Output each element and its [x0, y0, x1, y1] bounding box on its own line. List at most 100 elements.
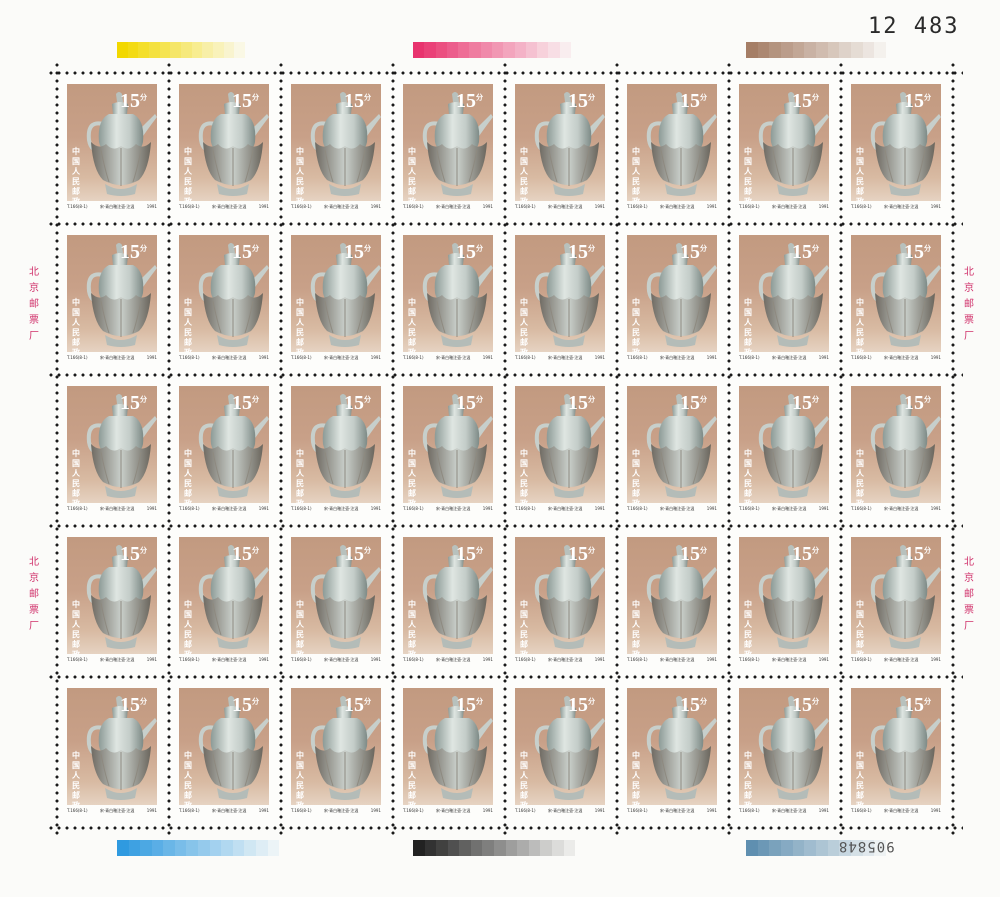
stamp-r5-c8[interactable]: 15分 中国人民邮政 T.166(8-1) 宋·青白釉注壶·注温 1991	[841, 677, 952, 828]
color-bar-brown	[746, 42, 887, 58]
stamp-code: T.166(8-1)	[851, 657, 872, 662]
stamp-caption: T.166(8-1) 宋·青白釉注壶·注温 1991	[403, 808, 493, 814]
stamp-r4-c1[interactable]: 15分 中国人民邮政 T.166(8-1) 宋·青白釉注壶·注温 1991	[57, 526, 168, 677]
stamp-r1-c6[interactable]: 15分 中国人民邮政 T.166(8-1) 宋·青白釉注壶·注温 1991	[617, 73, 728, 224]
stamp-r2-c2[interactable]: 15分 中国人民邮政 T.166(8-1) 宋·青白釉注壶·注温 1991	[169, 224, 280, 375]
denomination: 15分	[120, 392, 147, 414]
stamp-r1-c3[interactable]: 15分 中国人民邮政 T.166(8-1) 宋·青白釉注壶·注温 1991	[281, 73, 392, 224]
stamp-caption: T.166(8-1) 宋·青白釉注壶·注温 1991	[851, 657, 941, 663]
stamp-r3-c2[interactable]: 15分 中国人民邮政 T.166(8-1) 宋·青白釉注壶·注温 1991	[169, 375, 280, 526]
perforation-column	[839, 61, 843, 838]
stamp-r5-c3[interactable]: 15分 中国人民邮政 T.166(8-1) 宋·青白釉注壶·注温 1991	[281, 677, 392, 828]
stamp-r3-c5[interactable]: 15分 中国人民邮政 T.166(8-1) 宋·青白釉注壶·注温 1991	[505, 375, 616, 526]
stamp-r3-c6[interactable]: 15分 中国人民邮政 T.166(8-1) 宋·青白釉注壶·注温 1991	[617, 375, 728, 526]
stamp-face: 15分 中国人民邮政	[179, 84, 269, 201]
denomination: 15分	[344, 90, 371, 112]
stamp-r4-c6[interactable]: 15分 中国人民邮政 T.166(8-1) 宋·青白釉注壶·注温 1991	[617, 526, 728, 677]
stamp-title: 宋·青白釉注壶·注温	[435, 506, 471, 511]
stamp-caption: T.166(8-1) 宋·青白釉注壶·注温 1991	[67, 204, 157, 210]
stamp-year: 1991	[370, 657, 381, 662]
stamp-r1-c2[interactable]: 15分 中国人民邮政 T.166(8-1) 宋·青白釉注壶·注温 1991	[169, 73, 280, 224]
stamp-face: 15分 中国人民邮政	[291, 84, 381, 201]
stamp-r3-c7[interactable]: 15分 中国人民邮政 T.166(8-1) 宋·青白釉注壶·注温 1991	[729, 375, 840, 526]
denomination: 15分	[904, 392, 931, 414]
stamp-r1-c7[interactable]: 15分 中国人民邮政 T.166(8-1) 宋·青白釉注壶·注温 1991	[729, 73, 840, 224]
stamp-code: T.166(8-1)	[291, 657, 312, 662]
stamp-year: 1991	[930, 808, 941, 813]
stamp-caption: T.166(8-1) 宋·青白釉注壶·注温 1991	[739, 355, 829, 361]
stamp-title: 宋·青白釉注壶·注温	[547, 204, 583, 209]
stamp-r4-c3[interactable]: 15分 中国人民邮政 T.166(8-1) 宋·青白釉注壶·注温 1991	[281, 526, 392, 677]
stamp-face: 15分 中国人民邮政	[403, 688, 493, 805]
stamp-r2-c6[interactable]: 15分 中国人民邮政 T.166(8-1) 宋·青白釉注壶·注温 1991	[617, 224, 728, 375]
stamp-r1-c1[interactable]: 15分 中国人民邮政 T.166(8-1) 宋·青白釉注壶·注温 1991	[57, 73, 168, 224]
stamp-r2-c8[interactable]: 15分 中国人民邮政 T.166(8-1) 宋·青白釉注壶·注温 1991	[841, 224, 952, 375]
stamp-caption: T.166(8-1) 宋·青白釉注壶·注温 1991	[67, 355, 157, 361]
stamp-r5-c1[interactable]: 15分 中国人民邮政 T.166(8-1) 宋·青白釉注壶·注温 1991	[57, 677, 168, 828]
stamp-code: T.166(8-1)	[403, 808, 424, 813]
color-bar-yellow	[117, 42, 246, 58]
stamp-year: 1991	[482, 808, 493, 813]
stamp-r1-c8[interactable]: 15分 中国人民邮政 T.166(8-1) 宋·青白釉注壶·注温 1991	[841, 73, 952, 224]
perforation-column	[167, 61, 171, 838]
stamp-code: T.166(8-1)	[851, 204, 872, 209]
stamp-title: 宋·青白釉注壶·注温	[99, 204, 135, 209]
stamp-r3-c3[interactable]: 15分 中国人民邮政 T.166(8-1) 宋·青白釉注壶·注温 1991	[281, 375, 392, 526]
stamp-caption: T.166(8-1) 宋·青白釉注壶·注温 1991	[739, 506, 829, 512]
country-name: 中国人民邮政	[408, 449, 416, 503]
stamp-r5-c6[interactable]: 15分 中国人民邮政 T.166(8-1) 宋·青白釉注壶·注温 1991	[617, 677, 728, 828]
stamp-r2-c5[interactable]: 15分 中国人民邮政 T.166(8-1) 宋·青白釉注壶·注温 1991	[505, 224, 616, 375]
stamp-code: T.166(8-1)	[179, 657, 200, 662]
stamp-r2-c3[interactable]: 15分 中国人民邮政 T.166(8-1) 宋·青白釉注壶·注温 1991	[281, 224, 392, 375]
stamp-r5-c4[interactable]: 15分 中国人民邮政 T.166(8-1) 宋·青白釉注壶·注温 1991	[393, 677, 504, 828]
stamp-caption: T.166(8-1) 宋·青白釉注壶·注温 1991	[403, 204, 493, 210]
stamp-r4-c2[interactable]: 15分 中国人民邮政 T.166(8-1) 宋·青白釉注壶·注温 1991	[169, 526, 280, 677]
stamp-code: T.166(8-1)	[739, 808, 760, 813]
stamp-r1-c5[interactable]: 15分 中国人民邮政 T.166(8-1) 宋·青白釉注壶·注温 1991	[505, 73, 616, 224]
denomination: 15分	[344, 694, 371, 716]
stamp-year: 1991	[370, 204, 381, 209]
stamp-grid: 15分 中国人民邮政 T.166(8-1) 宋·青白釉注壶·注温 1991	[47, 61, 963, 838]
stamp-r2-c7[interactable]: 15分 中国人民邮政 T.166(8-1) 宋·青白釉注壶·注温 1991	[729, 224, 840, 375]
stamp-r5-c2[interactable]: 15分 中国人民邮政 T.166(8-1) 宋·青白釉注壶·注温 1991	[169, 677, 280, 828]
stamp-title: 宋·青白釉注壶·注温	[435, 355, 471, 360]
denomination: 15分	[792, 543, 819, 565]
stamp-title: 宋·青白釉注壶·注温	[323, 506, 359, 511]
stamp-r2-c1[interactable]: 15分 中国人民邮政 T.166(8-1) 宋·青白釉注壶·注温 1991	[57, 224, 168, 375]
stamp-r4-c8[interactable]: 15分 中国人民邮政 T.166(8-1) 宋·青白釉注壶·注温 1991	[841, 526, 952, 677]
stamp-face: 15分 中国人民邮政	[515, 235, 605, 352]
country-name: 中国人民邮政	[744, 147, 752, 201]
stamp-caption: T.166(8-1) 宋·青白釉注壶·注温 1991	[739, 657, 829, 663]
denomination: 15分	[456, 90, 483, 112]
stamp-code: T.166(8-1)	[67, 808, 88, 813]
stamp-face: 15分 中国人民邮政	[515, 386, 605, 503]
stamp-caption: T.166(8-1) 宋·青白釉注壶·注温 1991	[179, 808, 269, 814]
stamp-r3-c8[interactable]: 15分 中国人民邮政 T.166(8-1) 宋·青白釉注壶·注温 1991	[841, 375, 952, 526]
stamp-caption: T.166(8-1) 宋·青白釉注壶·注温 1991	[67, 657, 157, 663]
denomination: 15分	[568, 392, 595, 414]
stamp-code: T.166(8-1)	[515, 506, 536, 511]
stamp-caption: T.166(8-1) 宋·青白釉注壶·注温 1991	[627, 506, 717, 512]
stamp-r3-c4[interactable]: 15分 中国人民邮政 T.166(8-1) 宋·青白釉注壶·注温 1991	[393, 375, 504, 526]
stamp-r5-c5[interactable]: 15分 中国人民邮政 T.166(8-1) 宋·青白釉注壶·注温 1991	[505, 677, 616, 828]
stamp-r4-c4[interactable]: 15分 中国人民邮政 T.166(8-1) 宋·青白釉注壶·注温 1991	[393, 526, 504, 677]
stamp-caption: T.166(8-1) 宋·青白釉注壶·注温 1991	[515, 808, 605, 814]
stamp-face: 15分 中国人民邮政	[67, 386, 157, 503]
stamp-r1-c4[interactable]: 15分 中国人民邮政 T.166(8-1) 宋·青白釉注壶·注温 1991	[393, 73, 504, 224]
stamp-code: T.166(8-1)	[739, 657, 760, 662]
stamp-face: 15分 中国人民邮政	[67, 235, 157, 352]
stamp-code: T.166(8-1)	[627, 657, 648, 662]
stamp-r4-c7[interactable]: 15分 中国人民邮政 T.166(8-1) 宋·青白釉注壶·注温 1991	[729, 526, 840, 677]
printer-mark-right-1: 北京邮票厂	[964, 267, 974, 342]
stamp-year: 1991	[146, 657, 157, 662]
stamp-face: 15分 中国人民邮政	[739, 537, 829, 654]
stamp-r2-c4[interactable]: 15分 中国人民邮政 T.166(8-1) 宋·青白釉注壶·注温 1991	[393, 224, 504, 375]
denomination: 15分	[680, 392, 707, 414]
stamp-year: 1991	[146, 355, 157, 360]
serial-number-top: 12 483	[868, 14, 960, 39]
stamp-r5-c7[interactable]: 15分 中国人民邮政 T.166(8-1) 宋·青白釉注壶·注温 1991	[729, 677, 840, 828]
stamp-year: 1991	[930, 204, 941, 209]
stamp-r4-c5[interactable]: 15分 中国人民邮政 T.166(8-1) 宋·青白釉注壶·注温 1991	[505, 526, 616, 677]
stamp-code: T.166(8-1)	[67, 355, 88, 360]
stamp-r3-c1[interactable]: 15分 中国人民邮政 T.166(8-1) 宋·青白釉注壶·注温 1991	[57, 375, 168, 526]
